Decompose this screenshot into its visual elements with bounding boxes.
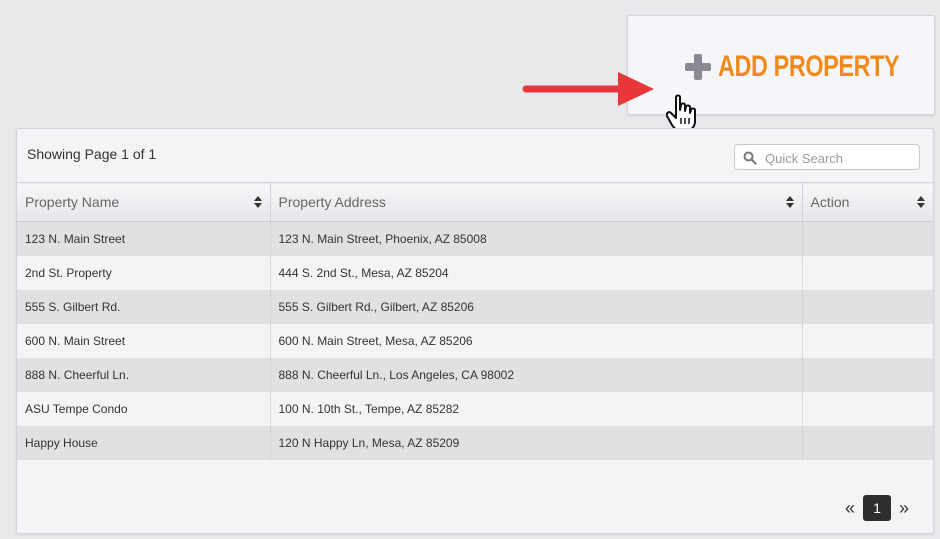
property-address-cell: 444 S. 2nd St., Mesa, AZ 85204 — [269, 255, 802, 290]
table-row[interactable]: 888 N. Cheerful Ln. 888 N. Cheerful Ln.,… — [17, 357, 933, 392]
action-cell — [801, 391, 933, 426]
property-name-cell: 555 S. Gilbert Rd. — [17, 289, 270, 324]
search-icon — [743, 151, 757, 165]
page-number-button[interactable]: 1 — [863, 495, 891, 521]
column-label: Action — [810, 194, 850, 210]
action-cell — [801, 289, 933, 324]
prev-page-button[interactable]: « — [837, 498, 863, 519]
property-address-cell: 123 N. Main Street, Phoenix, AZ 85008 — [269, 221, 802, 256]
page-status: Showing Page 1 of 1 — [27, 146, 157, 162]
search-input[interactable] — [763, 147, 917, 169]
column-label: Property Address — [278, 194, 386, 210]
property-address-cell: 600 N. Main Street, Mesa, AZ 85206 — [269, 323, 802, 358]
table-row[interactable]: Happy House 120 N Happy Ln, Mesa, AZ 852… — [17, 425, 933, 460]
quick-search[interactable] — [734, 144, 920, 170]
column-header-property-name[interactable]: Property Name — [17, 182, 270, 222]
action-cell — [801, 221, 933, 256]
action-cell — [801, 255, 933, 290]
action-cell — [801, 425, 933, 460]
property-address-cell: 120 N Happy Ln, Mesa, AZ 85209 — [269, 425, 802, 460]
property-name-cell: 888 N. Cheerful Ln. — [17, 357, 270, 392]
sort-icon[interactable] — [253, 196, 262, 208]
property-list-panel: Showing Page 1 of 1 Property Name Proper… — [16, 128, 934, 534]
table-row[interactable]: 555 S. Gilbert Rd. 555 S. Gilbert Rd., G… — [17, 289, 933, 324]
property-name-cell: 2nd St. Property — [17, 255, 270, 290]
table-row[interactable]: 2nd St. Property 444 S. 2nd St., Mesa, A… — [17, 255, 933, 290]
action-cell — [801, 323, 933, 358]
column-header-action[interactable]: Action — [801, 182, 933, 222]
column-header-property-address[interactable]: Property Address — [269, 182, 802, 222]
column-label: Property Name — [25, 194, 120, 210]
action-cell — [801, 357, 933, 392]
property-name-cell: 600 N. Main Street — [17, 323, 270, 358]
plus-icon — [684, 53, 712, 81]
property-name-cell: 123 N. Main Street — [17, 221, 270, 256]
property-address-cell: 888 N. Cheerful Ln., Los Angeles, CA 980… — [269, 357, 802, 392]
property-name-cell: Happy House — [17, 425, 270, 460]
property-address-cell: 100 N. 10th St., Tempe, AZ 85282 — [269, 391, 802, 426]
add-property-label: ADD PROPERTY — [718, 50, 900, 83]
next-page-button[interactable]: » — [891, 498, 917, 519]
table-row[interactable]: ASU Tempe Condo 100 N. 10th St., Tempe, … — [17, 391, 933, 426]
sort-icon[interactable] — [917, 196, 925, 208]
property-name-cell: ASU Tempe Condo — [17, 391, 270, 426]
pagination: « 1 » — [837, 495, 917, 521]
table-row[interactable]: 123 N. Main Street 123 N. Main Street, P… — [17, 221, 933, 256]
pointer-arrow-icon — [522, 72, 654, 106]
add-property-button[interactable]: ADD PROPERTY — [684, 50, 940, 84]
property-address-cell: 555 S. Gilbert Rd., Gilbert, AZ 85206 — [269, 289, 802, 324]
property-table: Property Name Property Address Action 12… — [17, 182, 933, 460]
table-row[interactable]: 600 N. Main Street 600 N. Main Street, M… — [17, 323, 933, 358]
sort-icon[interactable] — [785, 196, 794, 208]
